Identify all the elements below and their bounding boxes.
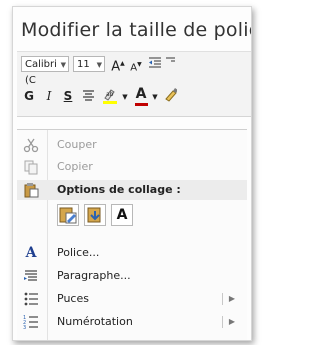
chevron-right-icon[interactable]: ▶ [229,311,235,333]
paste-keep-formatting-icon [59,207,77,224]
grow-font-label: A [111,59,121,75]
submenu-divider [222,316,223,328]
font-color-label: A [135,86,147,102]
underline-button[interactable]: S [62,88,74,104]
menu-item-copy[interactable]: Copier [17,156,247,178]
chevron-down-icon[interactable]: ▼ [97,57,102,73]
chevron-down-icon[interactable]: ▼ [61,57,66,73]
paste-options-row: A [57,204,147,228]
paste-merge-formatting-button[interactable] [84,204,106,226]
paste-options-heading: Options de collage : [57,183,181,196]
font-name-combo[interactable]: Calibri (C ▼ [21,56,69,86]
chevron-right-icon[interactable]: ▶ [229,288,235,310]
font-size-value: 11 [77,59,90,70]
center-align-icon[interactable] [81,89,95,106]
menu-item-paragraph[interactable]: Paragraphe... [17,265,247,287]
svg-text:3: 3 [23,325,26,330]
bold-button[interactable]: G [23,88,35,104]
svg-text:ab: ab [106,91,114,98]
font-name-value: Calibri (C [25,59,57,86]
chevron-down-icon[interactable]: ▼ [121,89,129,105]
font-color-button[interactable]: A [134,86,148,106]
menu-item-label: Couper [57,138,97,151]
numbering-icon: 123 [23,315,38,330]
document-heading: Modifier la taille de polic [21,19,252,41]
menu-item-font[interactable]: A Police... [17,242,247,264]
grow-font-button[interactable]: A▲ [110,56,126,75]
menu-item-cut[interactable]: Couper [17,134,247,156]
italic-button[interactable]: I [43,88,55,104]
clipboard-icon [24,183,39,198]
scissors-icon [23,138,39,153]
menu-item-label: Police... [57,246,100,259]
shrink-font-button[interactable]: A▼ [129,57,143,76]
menu-item-label: Numérotation [57,315,133,328]
menu-item-bullets[interactable]: Puces ▶ [17,288,247,310]
menu-item-numbering[interactable]: 123 Numérotation ▶ [17,311,247,333]
context-menu: Couper Copier Options de collage : A A P… [17,129,247,340]
paste-keep-source-formatting-button[interactable] [57,204,79,226]
format-painter-icon[interactable] [163,87,177,107]
mini-toolbar: Calibri (C ▼ 11 ▼ A▲ A▼ G I S ab ▼ A ▼ [17,51,251,117]
copy-icon [24,160,38,175]
chevron-down-icon[interactable]: ▼ [151,89,159,105]
font-color-swatch [135,103,148,106]
highlighter-icon: ab [103,89,117,104]
paragraph-icon [24,270,37,281]
menu-section-paste-options: Options de collage : [17,180,247,200]
menu-item-label: Puces [57,292,89,305]
menu-item-label: Copier [57,160,93,173]
increase-indent-icon[interactable] [165,56,175,74]
paste-keep-text-only-button[interactable]: A [111,204,133,226]
menu-item-label: Paragraphe... [57,269,131,282]
highlight-color-button[interactable]: ab [100,87,120,109]
bullets-icon [24,292,38,306]
decrease-indent-icon[interactable] [147,56,163,74]
submenu-divider [222,293,223,305]
screenshot-panel: Modifier la taille de polic Calibri (C ▼… [12,6,252,341]
paste-merge-icon [87,207,101,223]
font-size-combo[interactable]: 11 ▼ [73,56,105,72]
font-icon: A [25,245,37,261]
